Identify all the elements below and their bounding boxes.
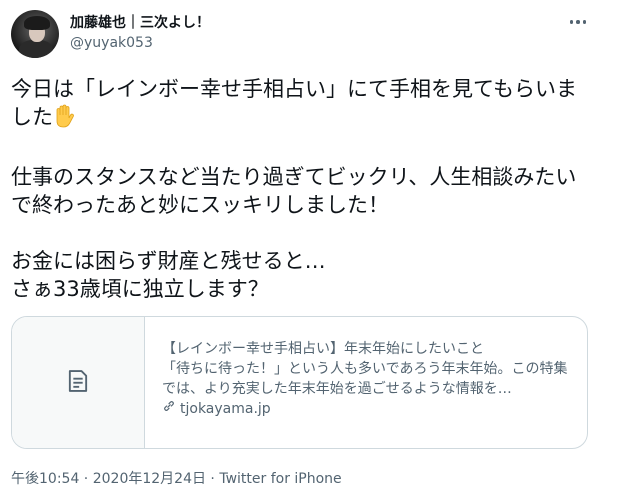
article-icon: [64, 367, 92, 399]
link-card[interactable]: 【レインボー幸せ手相占い】年末年始にしたいこと 「待ちに待った！」という人も多い…: [11, 316, 588, 449]
tweet: 加藤雄也｜三次よし！ @yuyak053 今日は「レインボー幸せ手相占い」にて手…: [0, 0, 640, 494]
more-dot: [582, 20, 587, 24]
display-name[interactable]: 加藤雄也｜三次よし！: [70, 12, 210, 32]
avatar-figure-body: [19, 40, 53, 58]
meta-separator: ·: [79, 471, 93, 487]
card-title: 【レインボー幸せ手相占い】年末年始にしたいこと: [162, 341, 484, 357]
tweet-date[interactable]: 2020年12月24日: [93, 471, 206, 487]
tweet-paragraph-1: 今日は「レインボー幸せ手相占い」にて手相を見てもらいました: [11, 77, 577, 129]
avatar-figure-hair: [24, 16, 50, 30]
card-domain: tjokayama.jp: [162, 399, 574, 419]
link-icon: [162, 399, 176, 419]
avatar[interactable]: [11, 10, 59, 58]
tweet-source[interactable]: Twitter for iPhone: [219, 471, 341, 487]
user-handle[interactable]: @yuyak053: [70, 35, 153, 51]
tweet-paragraph-2: 仕事のスタンスなど当たり過ぎてビックリ、人生相談みたいで終わったあと妙にスッキリ…: [11, 165, 577, 217]
more-dot: [576, 20, 580, 24]
raised-hand-emoji: [53, 104, 75, 135]
tweet-meta: 午後10:54 · 2020年12月24日 · Twitter for iPho…: [11, 468, 342, 488]
card-domain-text: tjokayama.jp: [180, 401, 271, 417]
tweet-text: 今日は「レインボー幸せ手相占い」にて手相を見てもらいました 仕事のスタンスなど当…: [11, 75, 591, 303]
tweet-time[interactable]: 午後10:54: [11, 471, 79, 487]
tweet-paragraph-3: お金には困らず財産と残せると… さぁ33歳頃に独立します？: [11, 249, 326, 301]
meta-separator: ·: [205, 471, 220, 487]
card-description: 「待ちに待った！」という人も多いであろう年末年始。この特集では、より充実した年末…: [162, 359, 574, 399]
card-description-text: 「待ちに待った！」という人も多いであろう年末年始。この特集では、より充実した年末…: [162, 361, 568, 397]
more-options-icon[interactable]: [568, 12, 588, 32]
more-dot: [569, 20, 574, 24]
card-body: 【レインボー幸せ手相占い】年末年始にしたいこと 「待ちに待った！」という人も多い…: [162, 339, 574, 419]
card-thumbnail: [12, 317, 145, 448]
